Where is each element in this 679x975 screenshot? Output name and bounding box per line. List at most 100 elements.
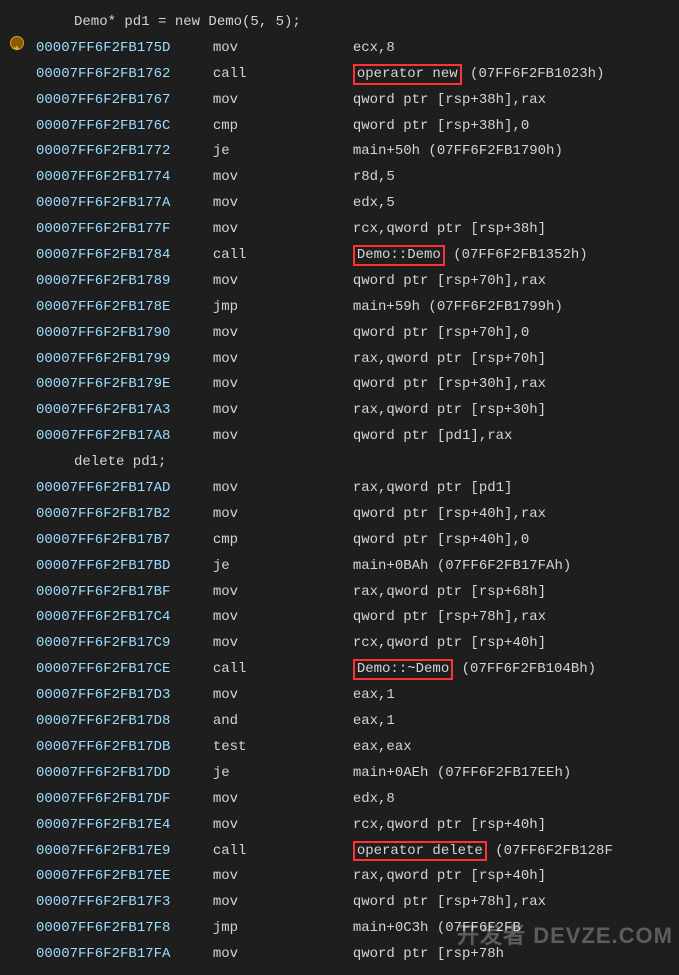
operand-text: main+59h (07FF6F2FB1799h) [353, 299, 563, 315]
asm-line[interactable]: 00007FF6F2FB17CE callDemo::~Demo (07FF6F… [36, 657, 679, 683]
asm-line[interactable]: 00007FF6F2FB17AD movrax,qword ptr [pd1] [36, 476, 679, 502]
address: 00007FF6F2FB17DB [36, 735, 196, 761]
asm-line[interactable]: 00007FF6F2FB17A3 movrax,qword ptr [rsp+3… [36, 398, 679, 424]
asm-line[interactable]: 00007FF6F2FB17BF movrax,qword ptr [rsp+6… [36, 580, 679, 606]
asm-line[interactable]: 00007FF6F2FB17A8 movqword ptr [pd1],rax [36, 424, 679, 450]
operand-text: rax,qword ptr [rsp+30h] [353, 402, 546, 418]
address: 00007FF6F2FB1789 [36, 269, 196, 295]
mnemonic: mov [213, 787, 353, 813]
operands: rax,qword ptr [rsp+68h] [353, 584, 546, 600]
asm-line[interactable]: 00007FF6F2FB1774 movr8d,5 [36, 165, 679, 191]
mnemonic: mov [213, 631, 353, 657]
operands: main+59h (07FF6F2FB1799h) [353, 299, 563, 315]
asm-line[interactable]: 00007FF6F2FB17F8 jmpmain+0C3h (07FF6F2FB [36, 916, 679, 942]
asm-line[interactable]: 00007FF6F2FB177F movrcx,qword ptr [rsp+3… [36, 217, 679, 243]
asm-line[interactable]: 00007FF6F2FB177A movedx,5 [36, 191, 679, 217]
mnemonic: mov [213, 36, 353, 62]
asm-line[interactable]: 00007FF6F2FB17B7 cmpqword ptr [rsp+40h],… [36, 528, 679, 554]
address: 00007FF6F2FB1774 [36, 165, 196, 191]
address: 00007FF6F2FB17C4 [36, 605, 196, 631]
asm-line[interactable]: 00007FF6F2FB17D3 moveax,1 [36, 683, 679, 709]
operand-text: edx,5 [353, 195, 395, 211]
asm-line[interactable]: 00007FF6F2FB17BD jemain+0BAh (07FF6F2FB1… [36, 554, 679, 580]
highlighted-symbol: operator delete [353, 841, 487, 862]
asm-line[interactable]: 00007FF6F2FB17C9 movrcx,qword ptr [rsp+4… [36, 631, 679, 657]
address: 00007FF6F2FB1772 [36, 139, 196, 165]
asm-line[interactable]: 00007FF6F2FB17EE movrax,qword ptr [rsp+4… [36, 864, 679, 890]
operand-text: (07FF6F2FB128F [487, 843, 613, 859]
address: 00007FF6F2FB1799 [36, 347, 196, 373]
operand-text: eax,1 [353, 687, 395, 703]
asm-line[interactable]: 00007FF6F2FB1799 movrax,qword ptr [rsp+7… [36, 347, 679, 373]
asm-line[interactable]: 00007FF6F2FB17E9 calloperator delete (07… [36, 839, 679, 865]
asm-line[interactable]: 00007FF6F2FB1784 callDemo::Demo (07FF6F2… [36, 243, 679, 269]
execution-arrow-icon: ➔ [12, 38, 19, 60]
asm-line[interactable]: 00007FF6F2FB17B2 movqword ptr [rsp+40h],… [36, 502, 679, 528]
asm-line[interactable]: 00007FF6F2FB17F3 movqword ptr [rsp+78h],… [36, 890, 679, 916]
asm-line[interactable]: 00007FF6F2FB1762 calloperator new (07FF6… [36, 62, 679, 88]
asm-line[interactable]: 00007FF6F2FB17DF movedx,8 [36, 787, 679, 813]
operands: main+0BAh (07FF6F2FB17FAh) [353, 558, 571, 574]
address: 00007FF6F2FB17AD [36, 476, 196, 502]
address: 00007FF6F2FB17FA [36, 942, 196, 968]
address: 00007FF6F2FB17EE [36, 864, 196, 890]
operands: Demo::Demo (07FF6F2FB1352h) [353, 247, 588, 263]
operands: rcx,qword ptr [rsp+40h] [353, 817, 546, 833]
operand-text: (07FF6F2FB104Bh) [453, 661, 596, 677]
address: 00007FF6F2FB17E9 [36, 839, 196, 865]
asm-line[interactable]: 00007FF6F2FB1772 jemain+50h (07FF6F2FB17… [36, 139, 679, 165]
operand-text: edx,8 [353, 791, 395, 807]
operand-text: eax,eax [353, 739, 412, 755]
highlighted-symbol: operator new [353, 64, 462, 85]
mnemonic: mov [213, 372, 353, 398]
mnemonic: call [213, 243, 353, 269]
operand-text: eax,1 [353, 713, 395, 729]
asm-line[interactable]: 00007FF6F2FB17DD jemain+0AEh (07FF6F2FB1… [36, 761, 679, 787]
address: 00007FF6F2FB1784 [36, 243, 196, 269]
asm-line[interactable]: 00007FF6F2FB17DB testeax,eax [36, 735, 679, 761]
breakpoint-marker[interactable]: ➔ [10, 36, 24, 50]
operand-text: rax,qword ptr [rsp+70h] [353, 351, 546, 367]
operand-text: qword ptr [rsp+30h],rax [353, 376, 546, 392]
asm-line[interactable]: 00007FF6F2FB17D8 andeax,1 [36, 709, 679, 735]
operand-text: qword ptr [rsp+78h],rax [353, 609, 546, 625]
asm-line[interactable]: 00007FF6F2FB176C cmpqword ptr [rsp+38h],… [36, 114, 679, 140]
address: 00007FF6F2FB17CE [36, 657, 196, 683]
mnemonic: mov [213, 502, 353, 528]
operands: qword ptr [rsp+38h],rax [353, 92, 546, 108]
asm-line[interactable]: 00007FF6F2FB1789 movqword ptr [rsp+70h],… [36, 269, 679, 295]
source-line[interactable]: delete pd1; [36, 450, 679, 476]
disassembly-view[interactable]: Demo* pd1 = new Demo(5, 5);00007FF6F2FB1… [0, 10, 679, 968]
address: 00007FF6F2FB17F3 [36, 890, 196, 916]
operand-text: (07FF6F2FB1023h) [462, 66, 605, 82]
operands: qword ptr [rsp+78h [353, 946, 504, 962]
address: 00007FF6F2FB17D8 [36, 709, 196, 735]
asm-line[interactable]: 00007FF6F2FB178E jmpmain+59h (07FF6F2FB1… [36, 295, 679, 321]
mnemonic: mov [213, 813, 353, 839]
source-line[interactable]: Demo* pd1 = new Demo(5, 5); [36, 10, 679, 36]
operand-text: rcx,qword ptr [rsp+38h] [353, 221, 546, 237]
asm-line[interactable]: 00007FF6F2FB17E4 movrcx,qword ptr [rsp+4… [36, 813, 679, 839]
mnemonic: cmp [213, 114, 353, 140]
mnemonic: mov [213, 321, 353, 347]
mnemonic: mov [213, 191, 353, 217]
operand-text: qword ptr [rsp+78h],rax [353, 894, 546, 910]
asm-line[interactable]: 00007FF6F2FB17FA movqword ptr [rsp+78h [36, 942, 679, 968]
operands: operator new (07FF6F2FB1023h) [353, 66, 605, 82]
operand-text: qword ptr [rsp+38h],rax [353, 92, 546, 108]
operands: rax,qword ptr [rsp+30h] [353, 402, 546, 418]
operands: r8d,5 [353, 169, 395, 185]
asm-line[interactable]: 00007FF6F2FB1790 movqword ptr [rsp+70h],… [36, 321, 679, 347]
mnemonic: and [213, 709, 353, 735]
operand-text: qword ptr [rsp+38h],0 [353, 118, 529, 134]
asm-line[interactable]: 00007FF6F2FB1767 movqword ptr [rsp+38h],… [36, 88, 679, 114]
address: 00007FF6F2FB17C9 [36, 631, 196, 657]
asm-line[interactable]: 00007FF6F2FB175D movecx,8 [36, 36, 679, 62]
mnemonic: test [213, 735, 353, 761]
asm-line[interactable]: 00007FF6F2FB17C4 movqword ptr [rsp+78h],… [36, 605, 679, 631]
asm-line[interactable]: 00007FF6F2FB179E movqword ptr [rsp+30h],… [36, 372, 679, 398]
operand-text: qword ptr [rsp+70h],0 [353, 325, 529, 341]
address: 00007FF6F2FB17DF [36, 787, 196, 813]
operands: qword ptr [rsp+38h],0 [353, 118, 529, 134]
operand-text: (07FF6F2FB1352h) [445, 247, 588, 263]
